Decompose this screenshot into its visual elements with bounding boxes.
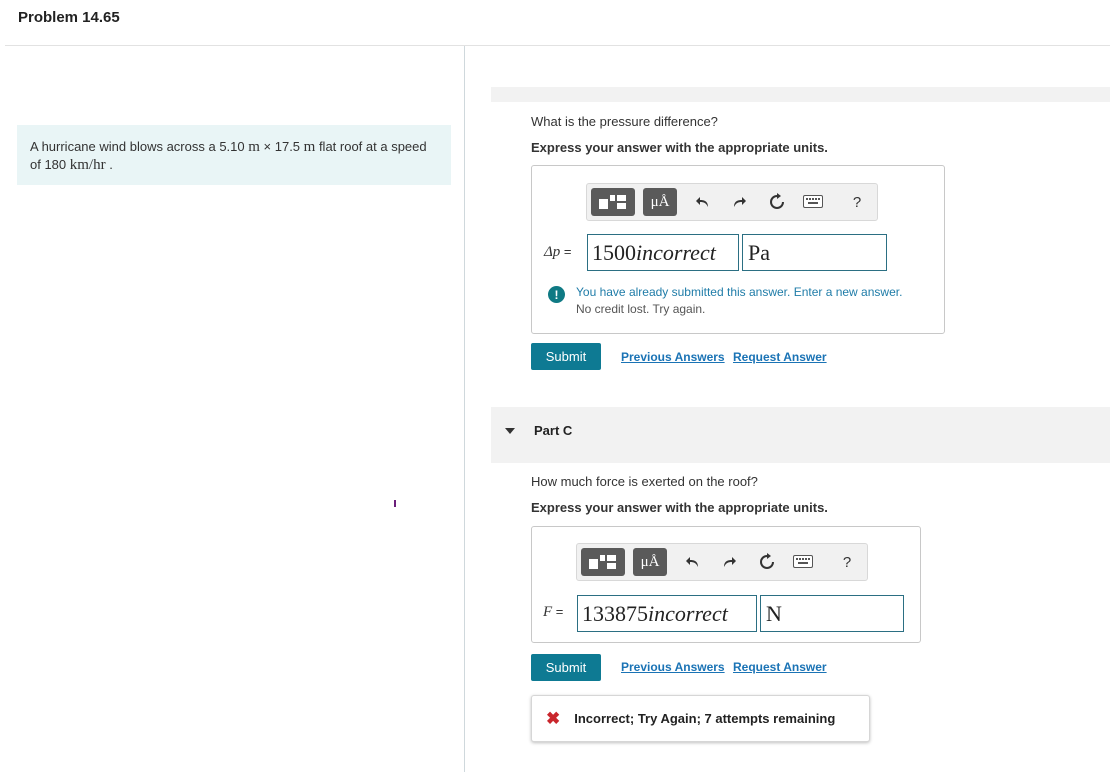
problem-statement: A hurricane wind blows across a 5.10 m ×… [17,125,451,185]
problem-title: Problem 14.65 [18,9,120,26]
keyboard-icon[interactable] [793,555,813,568]
problem-dim2: 17.5 [274,139,304,154]
part-c-variable-label: F = [543,604,563,621]
part-b-question: What is the pressure difference? [531,114,718,129]
value-number: 1500 [592,240,636,265]
part-b-unit-input[interactable]: Pa [742,234,887,271]
equals-sign: = [552,604,564,619]
part-b-header-band [491,87,1110,102]
cursor-marker [394,500,396,507]
units-button[interactable]: μÅ [633,548,667,576]
variable-symbol: F [543,604,553,620]
warning-message: You have already submitted this answer. … [576,285,903,299]
part-c-header[interactable] [491,407,1110,463]
reset-icon[interactable] [767,192,787,212]
part-b-toolbar: μÅ ? [586,183,878,221]
part-c-submit-button[interactable]: Submit [531,654,601,681]
undo-icon[interactable] [683,552,703,572]
variable-symbol: Δp [544,244,561,260]
undo-icon[interactable] [693,192,713,212]
part-c-unit-input[interactable]: N [760,595,904,632]
templates-icon[interactable] [591,188,635,216]
part-b-variable-label: Δp = [544,244,572,261]
incorrect-feedback: ✖ Incorrect; Try Again; 7 attempts remai… [531,695,870,742]
help-button[interactable]: ? [847,190,867,214]
part-b-previous-answers-link[interactable]: Previous Answers [621,350,725,364]
part-b-value-input[interactable]: 1500incorrect [587,234,739,271]
part-c-title[interactable]: Part C [534,423,572,438]
part-c-toolbar: μÅ ? [576,543,868,581]
templates-icon[interactable] [581,548,625,576]
keyboard-icon[interactable] [803,195,823,208]
reset-icon[interactable] [757,552,777,572]
part-b-instruction: Express your answer with the appropriate… [531,140,828,155]
part-c-instruction: Express your answer with the appropriate… [531,500,828,515]
value-status: incorrect [648,601,728,626]
feedback-message: Incorrect; Try Again; 7 attempts remaini… [574,711,836,726]
part-b-request-answer-link[interactable]: Request Answer [733,350,827,364]
part-b-answer-box: μÅ ? Δp = 1500incorrect Pa ! You have al… [531,165,945,334]
header-divider [5,45,1110,46]
problem-text-end: . [105,157,113,172]
unit-m-2: m [303,139,316,155]
part-b-submit-button[interactable]: Submit [531,343,601,370]
part-c-answer-box: μÅ ? F = 133875incorrect N [531,526,921,643]
warning-icon: ! [548,286,565,303]
warning-submessage: No credit lost. Try again. [576,302,706,316]
units-button[interactable]: μÅ [643,188,677,216]
speed-unit: km/hr [69,157,106,173]
help-button[interactable]: ? [837,550,857,574]
part-c-question: How much force is exerted on the roof? [531,474,758,489]
redo-icon[interactable] [719,552,739,572]
collapse-triangle-icon[interactable] [505,428,515,434]
part-c-previous-answers-link[interactable]: Previous Answers [621,660,725,674]
value-status: incorrect [636,240,716,265]
problem-text-1: A hurricane wind blows across a 5.10 [30,139,249,154]
part-c-request-answer-link[interactable]: Request Answer [733,660,827,674]
times-sign: × [259,139,275,154]
part-c-value-input[interactable]: 133875incorrect [577,595,757,632]
column-divider [464,46,465,772]
incorrect-x-icon: ✖ [546,708,561,728]
unit-m-1: m [248,139,260,155]
value-number: 133875 [582,601,648,626]
redo-icon[interactable] [729,192,749,212]
equals-sign: = [560,244,572,259]
